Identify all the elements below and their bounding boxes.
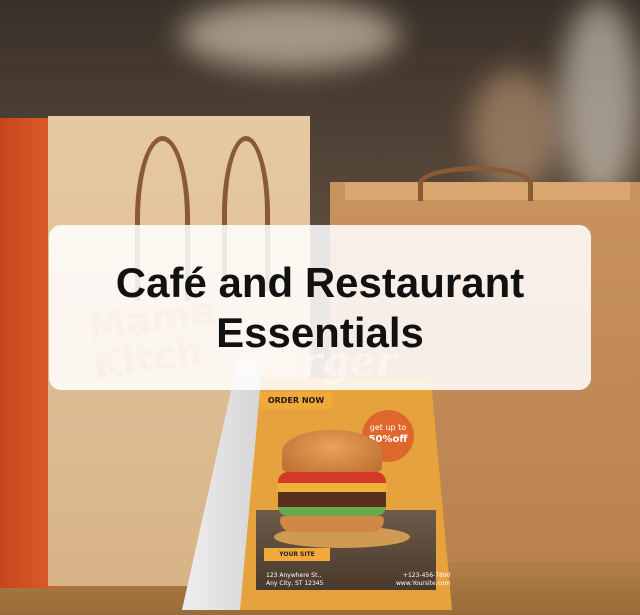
title-banner: Café and Restaurant Essentials xyxy=(49,225,591,390)
burger-bun-top xyxy=(282,430,382,474)
address-line-2: Any City, ST 12345 xyxy=(266,580,324,587)
contact-text: +123-456-7890 www.Yoursite.com xyxy=(396,572,450,588)
burger-bun-bottom xyxy=(280,516,384,532)
address-line-1: 123 Anywhere St., xyxy=(266,572,322,579)
address-text: 123 Anywhere St., Any City, ST 12345 xyxy=(266,572,323,588)
burger-filling xyxy=(278,472,386,516)
title-line-1: Café and Restaurant xyxy=(115,258,525,306)
window-light xyxy=(560,0,640,200)
background-blur xyxy=(180,0,400,70)
order-now-badge: ORDER NOW xyxy=(260,392,332,409)
title-line-2: Essentials xyxy=(216,308,424,356)
page-title: Café and Restaurant Essentials xyxy=(116,258,524,358)
phone-number: +123-456-7890 xyxy=(402,572,451,579)
discount-text: get up to xyxy=(369,423,407,432)
table-tent-card: ORDER NOW get up to 50%off YOUR SITE 123… xyxy=(182,360,452,610)
site-label: YOUR SITE xyxy=(264,548,330,561)
website-url: www.Yoursite.com xyxy=(396,580,451,587)
bag-handle xyxy=(418,166,533,201)
